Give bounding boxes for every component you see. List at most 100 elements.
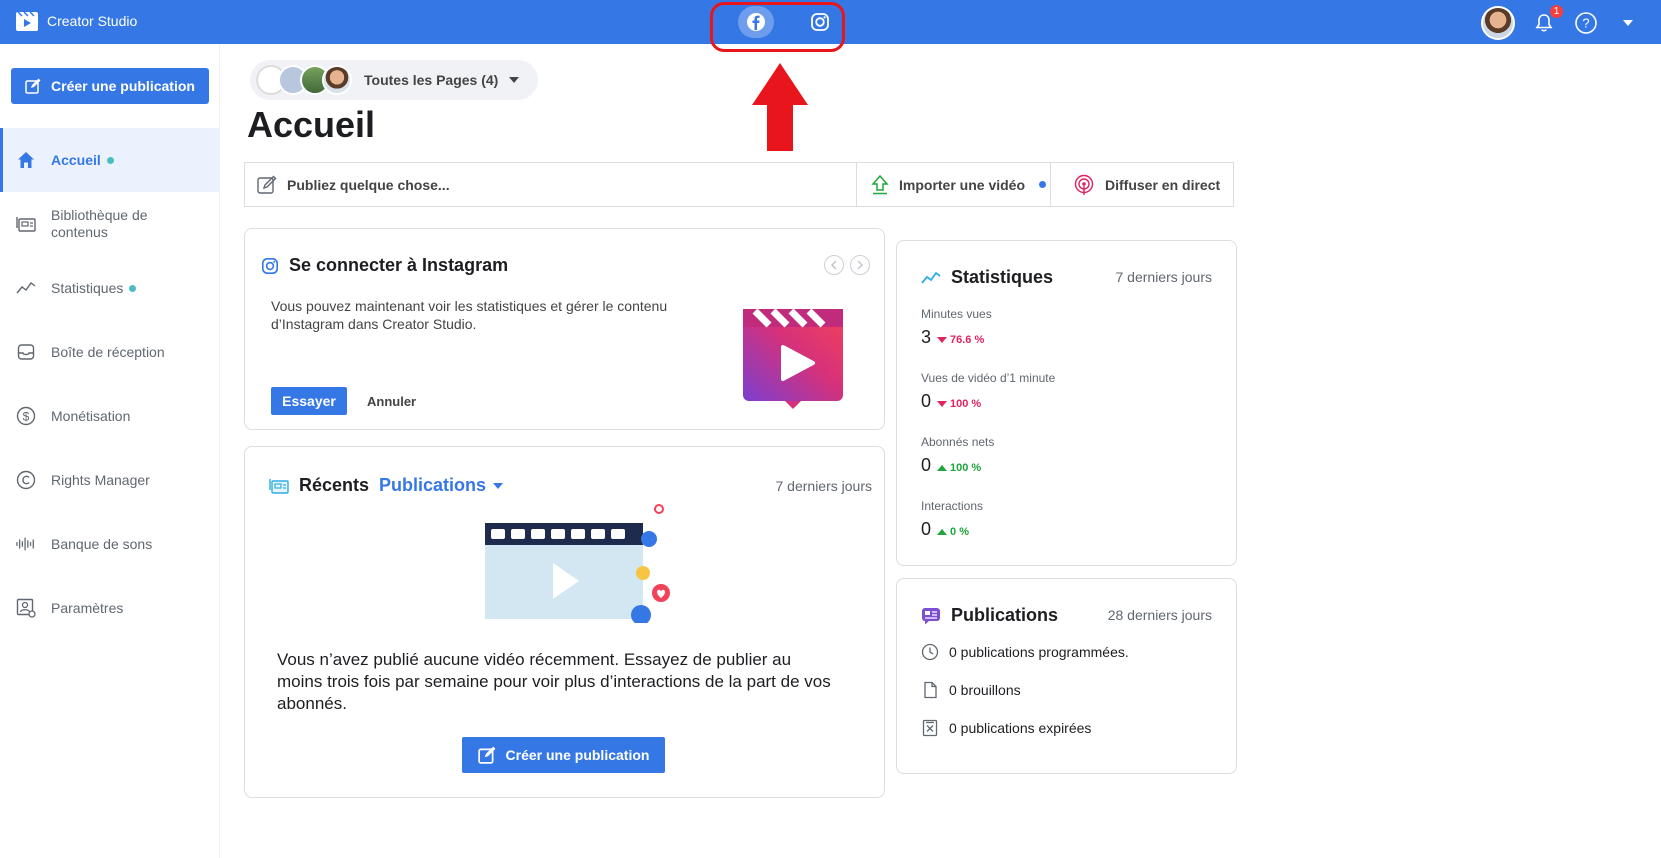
instagram-video-illustration-icon [743,308,843,409]
metric-label: Abonnés nets [921,435,995,449]
publications-icon [922,607,940,624]
scheduled-posts-label: 0 publications programmées. [949,644,1129,660]
upload-icon [871,174,889,194]
metric-value: 0 [921,455,932,475]
sidebar-item-settings[interactable]: Paramètres [0,576,220,640]
metric-change-value: 76.6 % [950,334,985,346]
facebook-tab[interactable] [738,6,774,38]
draft-icon [924,681,937,699]
go-live-button[interactable]: Diffuser en direct [1051,163,1233,206]
instagram-card-description: Vous pouvez maintenant voir les statisti… [271,298,668,332]
expired-posts-row[interactable]: 0 publications expirées [921,719,1091,737]
pages-selector-label: Toutes les Pages (4) [364,72,499,88]
caret-down-icon [1623,20,1633,26]
notifications-button[interactable]: 1 [1531,5,1563,36]
facebook-icon [747,13,765,31]
chevron-left-icon [831,260,837,270]
empty-video-illustration-icon [485,504,670,623]
metric-label: Minutes vues [921,307,992,321]
trend-up-icon [937,529,948,535]
metric-value: 0 [921,519,932,539]
library-icon [16,214,36,234]
page-avatar [322,65,352,95]
metric-change-value: 100 % [950,398,982,410]
metric-label: Interactions [921,499,984,513]
expired-posts-label: 0 publications expirées [949,720,1092,736]
metric-change-value: 100 % [950,462,982,474]
home-icon [16,150,36,170]
sidebar-item-monetization[interactable]: $ Monétisation [0,384,220,448]
new-indicator-dot [106,157,114,165]
sidebar-item-label: Banque de sons [51,535,153,552]
publications-filter-dropdown[interactable]: Publications [379,475,504,496]
instagram-tab[interactable] [802,6,838,38]
stats-icon [921,271,941,284]
clock-icon [921,643,939,661]
app-title: Creator Studio [47,13,138,29]
publications-title: Publications [951,605,1059,625]
sidebar-item-text: Statistiques [51,279,124,296]
action-bar: Publiez quelque chose... Importer une vi… [244,162,1234,207]
trend-up-icon [937,465,948,471]
sidebar-item-label: Paramètres [51,599,124,616]
drafts-row[interactable]: 0 brouillons [921,681,1021,699]
compose-icon [477,746,495,764]
metric-one-minute-views[interactable]: Vues de vidéo d’1 minute 0 100 % [921,371,1055,412]
top-right-controls: 1 ? [1481,5,1641,40]
instagram-icon [261,257,279,274]
new-indicator-dot [1039,181,1047,188]
instagram-card-title: Se connecter à Instagram [261,255,508,276]
carousel-controls [824,255,870,275]
cancel-button[interactable]: Annuler [367,394,416,409]
metric-value: 3 [921,327,932,347]
publications-card-header: Publications [921,605,1058,626]
publish-something-label: Publiez quelque chose... [287,176,450,193]
create-post-button[interactable]: Créer une publication [462,737,665,773]
statistics-date-range: 7 derniers jours [1115,269,1213,285]
recent-publications-card: Récents Publications 7 derniers jours Vo… [244,446,885,798]
trend-down-icon [937,337,948,343]
notification-badge: 1 [1550,5,1563,18]
metric-interactions[interactable]: Interactions 0 0 % [921,499,983,540]
publish-something-button[interactable]: Publiez quelque chose... [245,163,857,206]
carousel-next-button[interactable] [850,255,870,275]
settings-icon [16,598,36,618]
sidebar-item-stats[interactable]: Statistiques [0,256,220,320]
create-post-button[interactable]: Créer une publication [11,68,209,104]
expired-icon [922,719,938,737]
metric-net-followers[interactable]: Abonnés nets 0 100 % [921,435,994,476]
statistics-card: Statistiques 7 derniers jours Minutes vu… [896,240,1237,566]
metric-change: 76.6 % [937,334,984,346]
recent-empty-message: Vous n’avez publié aucune vidéo récemmen… [277,650,831,713]
platform-switch [738,6,846,38]
try-button[interactable]: Essayer [271,387,347,415]
sidebar-item-inbox[interactable]: Boîte de réception [0,320,220,384]
metric-label: Vues de vidéo d’1 minute [921,371,1056,385]
sidebar-item-text: Accueil [51,151,101,168]
metric-minutes-viewed[interactable]: Minutes vues 3 76.6 % [921,307,992,348]
carousel-prev-button[interactable] [824,255,844,275]
import-video-button[interactable]: Importer une vidéo [857,163,1051,206]
help-button[interactable]: ? [1573,10,1599,36]
sidebar-item-rights-manager[interactable]: Rights Manager [0,448,220,512]
account-menu-button[interactable] [1615,10,1641,36]
sidebar-item-sound-collection[interactable]: Banque de sons [0,512,220,576]
statistics-card-header: Statistiques [921,267,1053,288]
trend-down-icon [937,401,948,407]
scheduled-posts-row[interactable]: 0 publications programmées. [921,643,1129,661]
top-bar: Creator Studio 1 ? [0,0,1661,44]
live-icon [1074,174,1094,195]
metric-change: 100 % [937,462,981,474]
pages-selector[interactable]: Toutes les Pages (4) [250,60,539,100]
copyright-icon [16,470,36,490]
brand[interactable]: Creator Studio [15,9,137,33]
library-icon [269,478,289,494]
instagram-icon [811,13,829,31]
profile-avatar[interactable] [1481,6,1515,40]
sidebar-item-home[interactable]: Accueil [0,128,220,192]
caret-down-icon [493,482,504,489]
sidebar: Créer une publication Accueil Bibliothèq… [0,44,220,858]
sidebar-item-label: Statistiques [51,279,137,297]
publications-card: Publications 28 derniers jours 0 publica… [896,578,1237,774]
sidebar-item-library[interactable]: Bibliothèque de contenus [0,192,220,256]
